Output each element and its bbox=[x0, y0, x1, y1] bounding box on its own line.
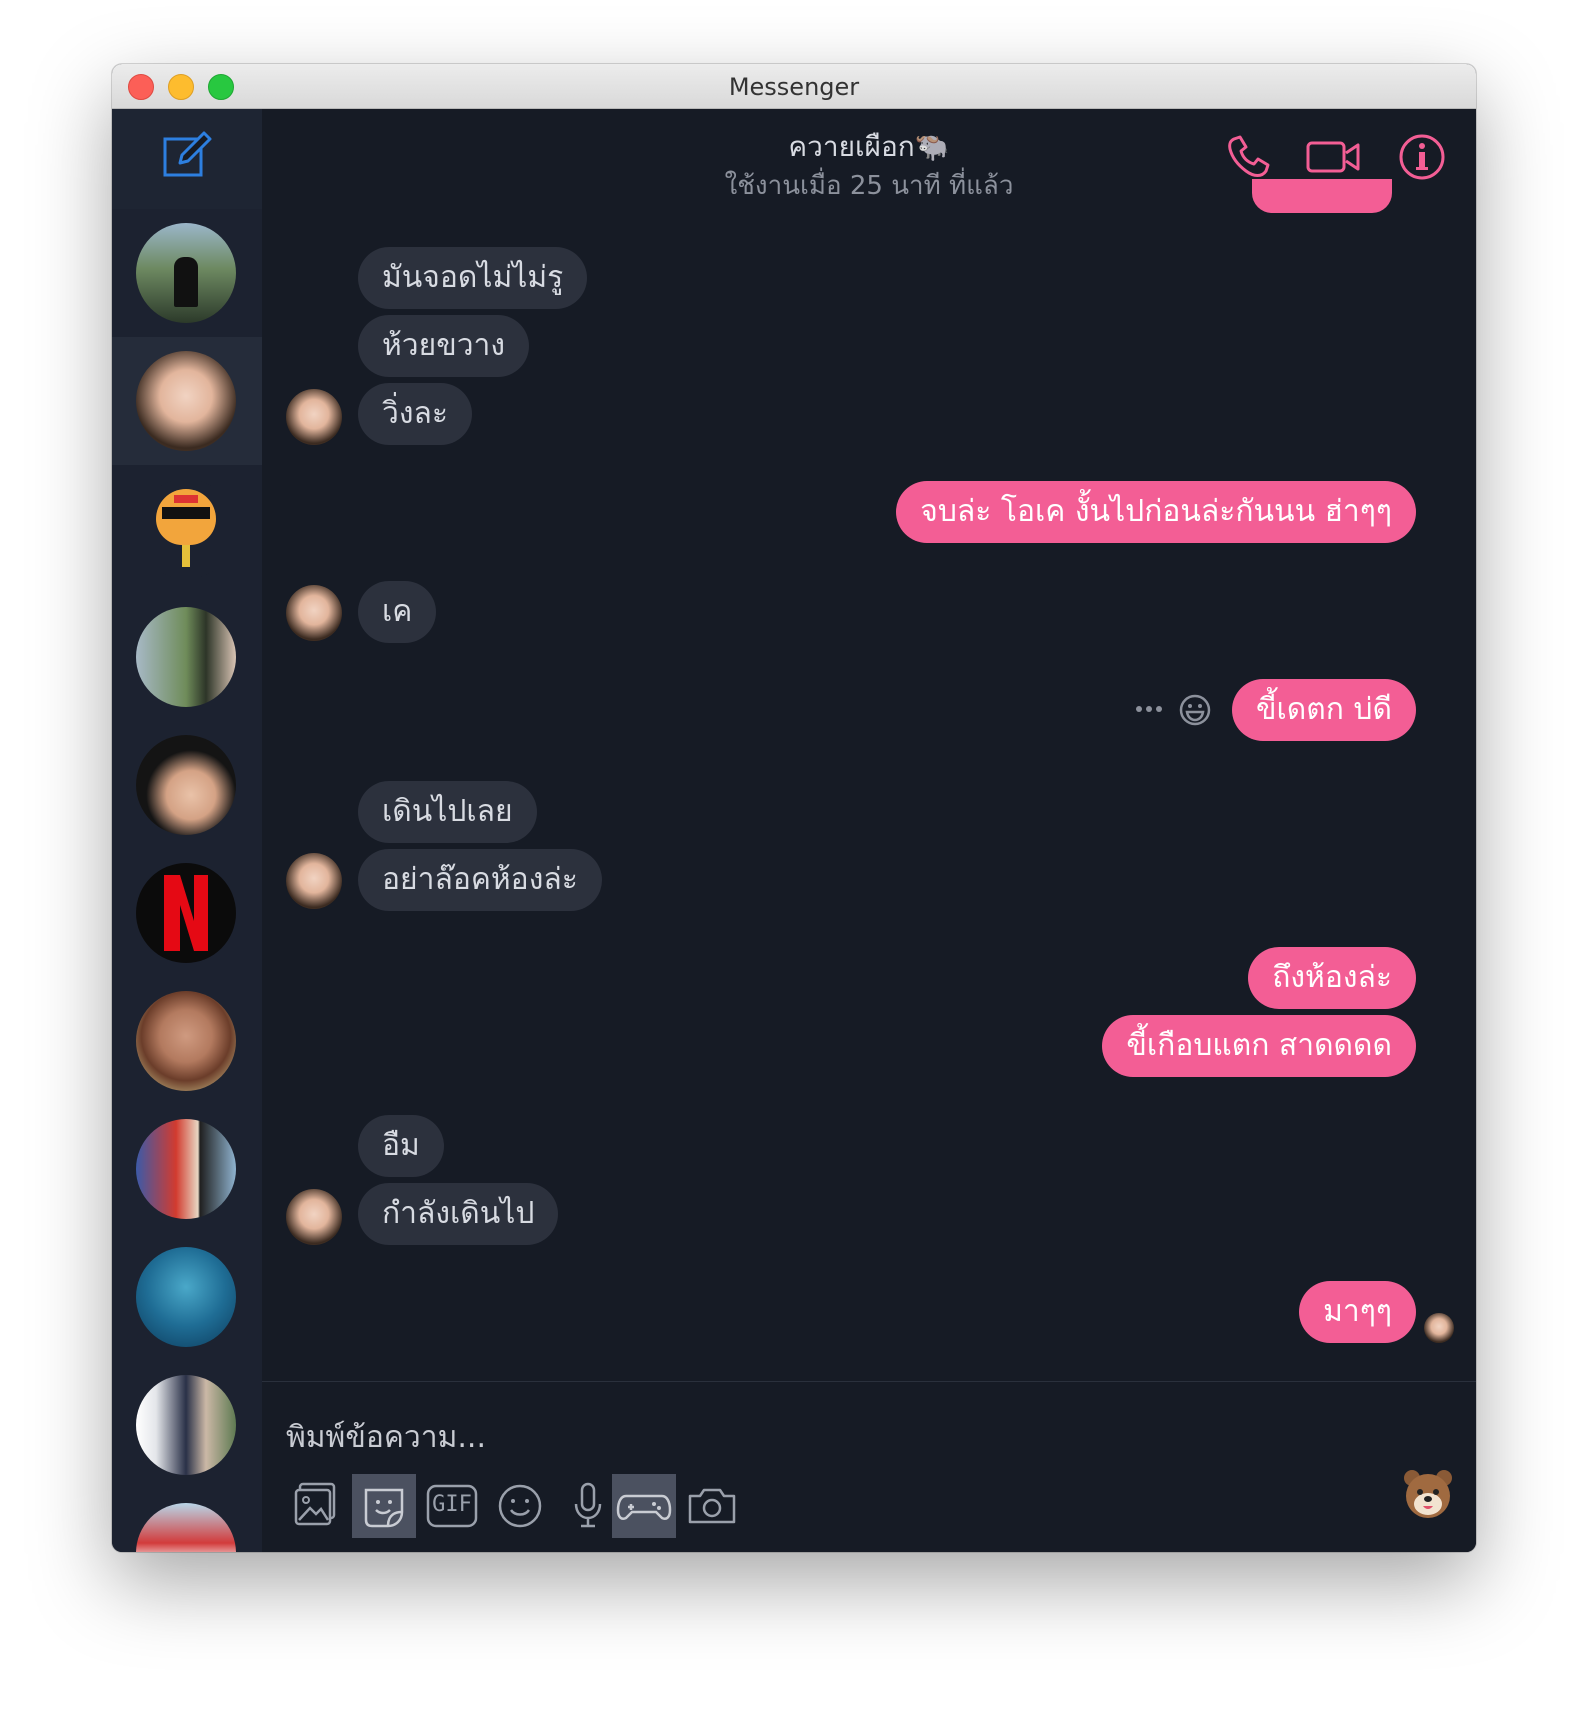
bear-icon bbox=[1404, 1470, 1452, 1518]
conversation-sidebar bbox=[112, 109, 262, 1552]
reaction-emoji-icon[interactable] bbox=[1178, 693, 1212, 727]
gif-label: GIF bbox=[432, 1492, 472, 1517]
conversation-item-5[interactable] bbox=[112, 721, 262, 849]
conversation-item-3[interactable] bbox=[112, 465, 262, 593]
camera-button[interactable] bbox=[680, 1474, 744, 1538]
read-receipt-avatar bbox=[1424, 1313, 1454, 1343]
sticker-button[interactable] bbox=[352, 1474, 416, 1538]
emoji-icon bbox=[498, 1484, 542, 1528]
games-button[interactable] bbox=[612, 1474, 676, 1538]
gif-button[interactable]: GIF bbox=[420, 1474, 484, 1538]
message-bubble-outgoing[interactable]: จบล่ะ โอเค งั้นไปก่อนล่ะกันนน ฮ่าๆๆ bbox=[896, 481, 1416, 543]
title-bar: Messenger bbox=[112, 64, 1476, 109]
conversation-item-11[interactable] bbox=[112, 1489, 262, 1552]
avatar bbox=[136, 351, 236, 451]
avatar bbox=[136, 607, 236, 707]
conversation-item-10[interactable] bbox=[112, 1361, 262, 1489]
message-bubble-partial bbox=[1252, 179, 1392, 213]
message-bubble-incoming[interactable]: มันจอดไม่ไม่รู bbox=[358, 247, 588, 309]
compose-button[interactable] bbox=[112, 109, 262, 209]
avatar bbox=[136, 1247, 236, 1347]
sender-avatar bbox=[286, 1189, 342, 1245]
conversation-item-4[interactable] bbox=[112, 593, 262, 721]
avatar bbox=[136, 1503, 236, 1552]
message-bubble-incoming[interactable]: ห้วยขวาง bbox=[358, 315, 530, 377]
phone-icon[interactable] bbox=[1224, 133, 1272, 181]
avatar bbox=[136, 1375, 236, 1475]
info-icon[interactable] bbox=[1398, 133, 1446, 181]
message-bubble-outgoing[interactable]: ถึงห้องล่ะ bbox=[1248, 947, 1416, 1009]
camera-icon bbox=[688, 1488, 736, 1524]
video-call-icon[interactable] bbox=[1306, 133, 1362, 181]
avatar bbox=[136, 223, 236, 323]
game-controller-icon bbox=[616, 1494, 672, 1520]
netflix-logo-icon bbox=[164, 875, 208, 951]
sender-avatar bbox=[286, 585, 342, 641]
message-bubble-incoming[interactable]: เค bbox=[358, 581, 437, 643]
conversation-item-9[interactable] bbox=[112, 1233, 262, 1361]
microphone-icon bbox=[574, 1482, 602, 1528]
compose-icon bbox=[163, 131, 212, 177]
avatar bbox=[136, 991, 236, 1091]
message-bubble-incoming[interactable]: อย่าล๊อคห้องล่ะ bbox=[358, 849, 602, 911]
message-bubble-outgoing[interactable]: มาๆๆ bbox=[1299, 1281, 1416, 1343]
chat-panel: ควายเผือก🐃 ใช้งานเมื่อ 25 นาที ที่แล้ว ม… bbox=[262, 109, 1476, 1552]
message-bubble-incoming[interactable]: เดินไปเลย bbox=[358, 781, 537, 843]
avatar bbox=[136, 479, 236, 579]
message-bubble-incoming[interactable]: วิ่งละ bbox=[358, 383, 472, 445]
message-bubble-outgoing[interactable]: ขี้เดตก บ่ดี bbox=[1232, 679, 1416, 741]
window-title: Messenger bbox=[728, 73, 860, 101]
emoji-button[interactable] bbox=[488, 1474, 552, 1538]
message-bubble-incoming[interactable]: อืม bbox=[358, 1115, 444, 1177]
message-composer: พิมพ์ข้อความ... GIF bbox=[262, 1381, 1476, 1552]
message-input[interactable]: พิมพ์ข้อความ... bbox=[286, 1414, 486, 1461]
sender-avatar bbox=[286, 389, 342, 445]
quick-reaction-button[interactable] bbox=[1402, 1468, 1454, 1520]
avatar bbox=[136, 1119, 236, 1219]
message-bubble-incoming[interactable]: กำลังเดินไป bbox=[358, 1183, 559, 1245]
message-bubble-outgoing[interactable]: ขี้เกือบแตก สาดดดด bbox=[1102, 1015, 1416, 1077]
conversation-item-6[interactable] bbox=[112, 849, 262, 977]
message-list: มันจอดไม่ไม่รู ห้วยขวาง วิ่งละ จบล่ะ โอเ… bbox=[262, 179, 1476, 1382]
conversation-item-2[interactable] bbox=[112, 337, 262, 465]
avatar bbox=[136, 735, 236, 835]
sticker-icon bbox=[364, 1488, 404, 1528]
sender-avatar bbox=[286, 853, 342, 909]
conversation-item-7[interactable] bbox=[112, 977, 262, 1105]
voice-button[interactable] bbox=[556, 1474, 620, 1538]
messenger-window: Messenger ควายเผือก🐃 ใช้งานเมื่อ 25 นาที… bbox=[112, 64, 1476, 1552]
image-icon bbox=[294, 1482, 336, 1526]
more-options-icon[interactable] bbox=[1134, 699, 1164, 719]
avatar bbox=[136, 863, 236, 963]
image-button[interactable] bbox=[284, 1474, 348, 1538]
conversation-item-1[interactable] bbox=[112, 209, 262, 337]
conversation-item-8[interactable] bbox=[112, 1105, 262, 1233]
contact-name[interactable]: ควายเผือก🐃 bbox=[262, 125, 1476, 169]
